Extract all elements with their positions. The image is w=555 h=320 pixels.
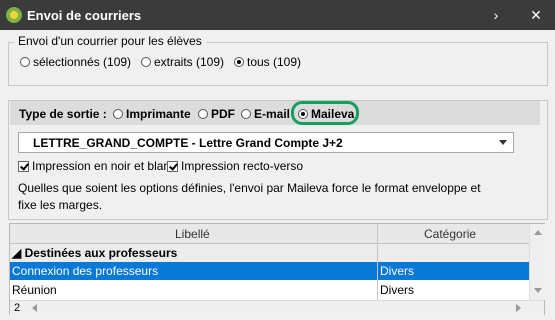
scroll-right-icon[interactable] [516,304,521,312]
group-text: Destinées aux professeurs [24,246,178,260]
title-bar: Envoi de courriers › ✕ [0,0,555,30]
checkbox-box[interactable] [167,160,178,172]
cell-libelle: Réunion [12,283,57,297]
radio-circle[interactable] [20,57,30,67]
checkbox-recto-verso[interactable]: Impression recto-verso [167,159,303,173]
radio-label: tous (109) [247,55,302,69]
radio-circle[interactable] [198,109,208,119]
letter-template-select[interactable]: LETTRE_GRAND_COMPTE - Lettre Grand Compt… [18,132,514,153]
close-icon[interactable]: ✕ [526,5,546,25]
recipients-legend: Envoi d'un courrier pour les élèves [14,34,206,48]
table-row[interactable]: Réunion Divers [10,281,529,299]
checkbox-label: Impression en noir et blanc [32,159,177,173]
table-group-row[interactable]: ◢ Destinées aux professeurs [10,244,529,262]
column-header-libelle[interactable]: Libellé [175,227,210,241]
horizontal-scrollbar[interactable]: 2 [10,300,544,315]
cell-categorie: Divers [380,264,415,278]
dialog-window: Envoi de courriers › ✕ Envoi d'un courri… [0,0,555,320]
chevron-right-icon[interactable]: › [486,5,506,25]
scroll-down-icon[interactable] [534,288,542,293]
table-header: Libellé Catégorie [10,224,529,244]
radio-email[interactable]: E-mail [241,107,290,121]
letter-template-value: LETTRE_GRAND_COMPTE - Lettre Grand Compt… [33,136,343,150]
cell-libelle: Connexion des professeurs [12,264,159,278]
maileva-note: Quelles que soient les options définies,… [18,181,481,212]
scroll-left-icon[interactable] [32,304,37,312]
cell-categorie: Divers [380,283,415,297]
column-header-categorie[interactable]: Catégorie [424,227,476,241]
radio-label: sélectionnés (109) [33,55,132,69]
radio-label: Imprimante [126,107,191,121]
row-count: 2 [14,302,21,314]
checkbox-noir-blanc[interactable]: Impression en noir et blanc [18,159,176,173]
radio-selectionnes[interactable]: sélectionnés (109) [20,55,131,69]
radio-circle[interactable] [241,109,251,119]
chevron-down-icon[interactable] [499,140,507,145]
radio-label: E-mail [254,107,291,121]
group-label: ◢ Destinées aux professeurs [12,246,178,260]
scroll-up-icon[interactable] [534,230,542,235]
output-type-label: Type de sortie : [19,107,107,121]
radio-circle[interactable] [234,57,244,67]
checkbox-box[interactable] [18,160,29,172]
app-icon [6,7,22,23]
radio-imprimante[interactable]: Imprimante [113,107,191,121]
radio-extraits[interactable]: extraits (109) [141,55,224,69]
column-separator [377,224,378,300]
radio-circle[interactable] [141,57,151,67]
radio-circle[interactable] [113,109,123,119]
radio-pdf[interactable]: PDF [198,107,235,121]
table-row[interactable]: Connexion des professeurs Divers [10,262,529,280]
maileva-highlight-outline [291,101,359,125]
radio-label: extraits (109) [154,55,225,69]
window-title: Envoi de courriers [27,8,142,23]
radio-label: PDF [211,107,235,121]
vertical-scrollbar[interactable] [529,224,545,300]
checkbox-label: Impression recto-verso [181,159,304,173]
radio-tous[interactable]: tous (109) [234,55,301,69]
